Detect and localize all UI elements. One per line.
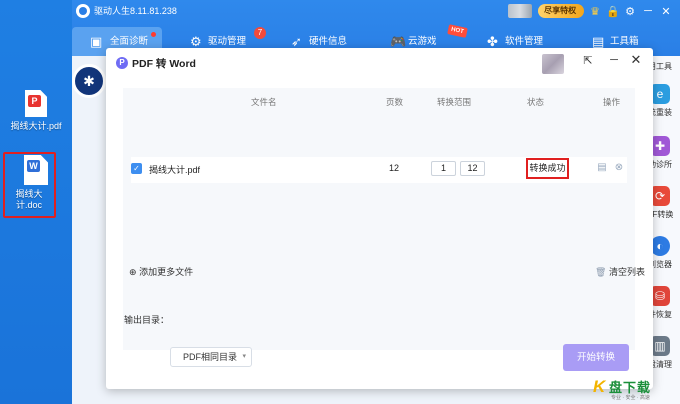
app-brand-icon: ✱ — [72, 64, 106, 98]
file-recovery-icon: ⛁ — [650, 286, 670, 306]
trash-icon: 🗑 — [595, 267, 607, 277]
minimize-icon[interactable]: ─ — [606, 54, 622, 66]
crown-icon[interactable]: ♛ — [590, 5, 600, 18]
app-logo-icon — [76, 4, 90, 18]
pdf-logo-icon: P — [116, 57, 128, 69]
range-to-input[interactable]: 12 — [460, 161, 485, 176]
col-header-status: 状态 — [527, 97, 545, 107]
plus-circle-icon: ⊕ — [129, 267, 137, 277]
output-dir-select[interactable]: PDF相同目录 ▾ — [170, 347, 252, 367]
row-pages: 12 — [389, 163, 400, 173]
desktop-file-label: 揭线大计.doc — [15, 189, 43, 210]
desktop-file-pdf[interactable]: P 揭线大计.pdf — [0, 90, 72, 132]
pdf-file-icon: P — [25, 90, 47, 117]
chevron-down-icon: ▾ — [242, 353, 246, 360]
settings-icon[interactable]: ⚙ — [624, 5, 636, 18]
vip-button[interactable]: 尽享特权 — [538, 4, 585, 18]
table-row[interactable]: ✓ 揭线大计.pdf 12 1 12 转换成功 ▤ ⊗ — [131, 157, 627, 183]
desktop: P 揭线大计.pdf W 揭线大计.doc — [0, 0, 72, 404]
col-header-range: 转换范围 — [437, 97, 472, 107]
dialog-title: PDF 转 Word — [132, 58, 196, 70]
status-badge: 转换成功 — [526, 158, 569, 179]
add-more-files-button[interactable]: ⊕ 添加更多文件 — [129, 265, 193, 278]
delete-icon[interactable]: ⊗ — [613, 162, 625, 173]
app-title: 驱动人生8.11.81.238 — [94, 6, 177, 16]
close-icon[interactable]: ✕ — [660, 5, 672, 18]
col-header-filename: 文件名 — [251, 97, 277, 107]
monitor-icon: ▣ — [90, 34, 103, 49]
watermark-letter: K — [593, 377, 606, 396]
dialog-header: P PDF 转 Word ⇱ ─ ✕ — [106, 48, 653, 78]
desktop-file-label: 揭线大计.pdf — [10, 121, 62, 131]
desktop-file-doc[interactable]: W 揭线大计.doc — [0, 155, 72, 211]
browser-icon: ◐ — [650, 236, 670, 256]
notification-dot — [151, 32, 157, 37]
top-right-controls: 尽享特权 ♛ 🔒 ⚙ ─ ✕ — [508, 3, 672, 19]
disk-clean-icon: ▥ — [650, 336, 670, 356]
avatar[interactable] — [508, 4, 533, 18]
range-from-input[interactable]: 1 — [431, 161, 456, 176]
pdf-to-word-dialog: P PDF 转 Word ⇱ ─ ✕ 文件名 页数 转换范围 状态 操作 ✓ 揭… — [106, 48, 653, 389]
clear-list-button[interactable]: 🗑 清空列表 — [595, 265, 645, 278]
pdf-convert-icon: ⟳ — [650, 186, 670, 206]
watermark: K 盘下载 专业 · 安全 · 高速 — [593, 374, 680, 404]
row-checkbox[interactable]: ✓ — [131, 163, 142, 174]
lock-icon[interactable]: 🔒 — [606, 5, 620, 18]
row-filename: 揭线大计.pdf — [149, 165, 201, 175]
file-list-area: 文件名 页数 转换范围 状态 操作 ✓ 揭线大计.pdf 12 1 12 转换成… — [123, 88, 635, 350]
col-header-action: 操作 — [603, 97, 621, 107]
stethoscope-icon: ✚ — [650, 136, 670, 156]
share-icon[interactable]: ⇱ — [580, 54, 596, 67]
driver-badge: 7 — [254, 27, 266, 39]
word-file-icon: W — [24, 155, 48, 185]
output-dir-label: 输出目录： — [124, 315, 170, 325]
edge-icon: e — [650, 84, 670, 104]
document-icon[interactable]: ▤ — [596, 162, 608, 173]
start-convert-button[interactable]: 开始转换 — [563, 344, 629, 371]
watermark-slogan: 专业 · 安全 · 高速 — [611, 395, 650, 401]
minimize-icon[interactable]: ─ — [642, 5, 654, 17]
avatar — [542, 54, 564, 74]
close-icon[interactable]: ✕ — [628, 52, 644, 68]
hot-tag: HOT — [447, 24, 468, 38]
col-header-pages: 页数 — [386, 97, 404, 107]
